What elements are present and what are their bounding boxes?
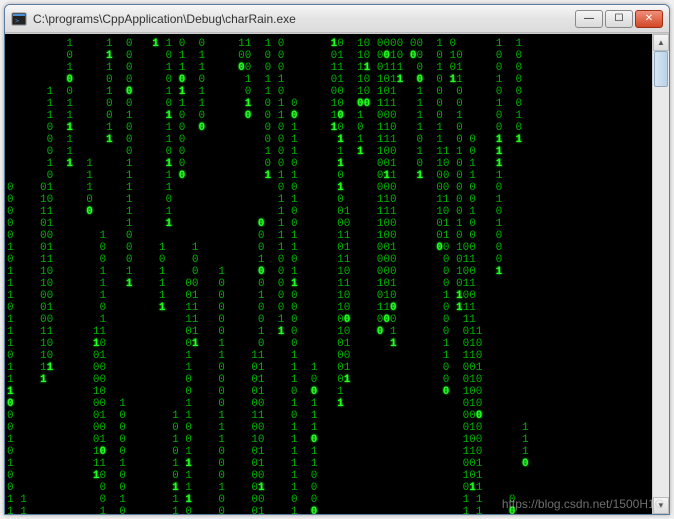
console-line: 0 1 0 0 0 1 0 1 1 1 100 1 11 1 0 1 — [7, 146, 650, 158]
console-line: 0 00 1 0 0 1 1 11 100 01 0 0 0 — [7, 230, 650, 242]
console-line: 0 10 0 0 1 0 00 1 0 101 — [7, 470, 650, 482]
console-line: 1 11 11 01 0 1 1 0 10 0 1 0 011 — [7, 326, 650, 338]
console-line: 1 01 0 0 1 1 0 1 1 01 001 00 100 0 — [7, 242, 650, 254]
console-output: 1 1 0 1 1 0 0 11 1 0 10 10 0000 00 1 0 1… — [5, 34, 652, 514]
console-line: 0 01 0 1 1 1 11 0 1 000 — [7, 410, 650, 422]
scroll-up-button[interactable]: ▲ — [653, 34, 669, 51]
console-line: 1 0 1 0 1 1 1 0 1 0 00 10 101 1 0 0 0 0 — [7, 86, 650, 98]
console-line: 1 10 1 1 1 00 0 0 0 1 11 101 0 011 — [7, 278, 650, 290]
app-window: >_ C:\programs\CppApplication\Debug\char… — [4, 4, 670, 515]
console-line: 1 10 10 01 1 0 0 01 1 1 010 — [7, 338, 650, 350]
console-line: 1 11 00 1 0 01 1 1 01 0 001 — [7, 362, 650, 374]
console-line: 0 0 0 1 1 1 01 1 0 011 — [7, 482, 650, 494]
window-controls: — ☐ ✕ — [575, 10, 663, 28]
console-line: 1 01 0 1 0 1 10 1 0 100 1 — [7, 434, 650, 446]
console-line: 1 1 00 0 0 01 1 0 01 0 010 — [7, 374, 650, 386]
console-line: 1 00 1 11 0 0 1 0 00 000 0 11 — [7, 314, 650, 326]
scroll-down-button[interactable]: ▼ — [653, 497, 669, 514]
console-line: 1 1 0 1 1 1 0 00 0 0 1 1 0 — [7, 494, 650, 506]
maximize-button[interactable]: ☐ — [605, 10, 633, 28]
console-line: 1 1 0 1 1 0 0 11 1 0 10 10 0000 00 1 0 1… — [7, 38, 650, 50]
console-line: 1 10 1 1 1 0 1 0 0 1 10 000 0 100 1 — [7, 266, 650, 278]
console-line: 1 11 1 1 1 0 01 1 1 001 0 — [7, 458, 650, 470]
console-line: 1 1 0 1 1 1 00 0 0 11 11 0111 0 1 01 0 0 — [7, 62, 650, 74]
console-line: 0 11 0 1 1 1 0 01 111 10 0 1 0 — [7, 206, 650, 218]
console-line: 1 1 1 0 1 0 0 01 1 0 1 1 0 — [7, 506, 650, 514]
console-line: 0 00 0 0 0 1 00 1 1 010 1 — [7, 422, 650, 434]
console-line: 0 1 1 1 0 1 1 1 0 011 1 00 0 1 1 — [7, 170, 650, 182]
console-line: 0 01 0 1 11 0 0 0 0 10 110 0 111 — [7, 302, 650, 314]
console-line: 1 00 1 1 01 0 1 0 0 10 010 1 100 — [7, 290, 650, 302]
console-line: 0 1 1 0 1 0 0 0 1 1 1 111 0 1 0 0 1 1 — [7, 134, 650, 146]
console-line: 0 11 0 0 0 0 1 0 0 11 000 0 011 0 — [7, 254, 650, 266]
scrollbar-thumb[interactable] — [654, 51, 668, 87]
vertical-scrollbar[interactable]: ▲ ▼ — [652, 34, 669, 514]
console-line: 0 01 1 1 0 1 0 00 100 01 1 0 1 — [7, 218, 650, 230]
svg-text:>_: >_ — [15, 17, 24, 25]
console-line: 0 10 0 1 0 1 1 0 110 11 0 0 1 — [7, 194, 650, 206]
console-line: 1 1 1 1 1 0 0 0 0 1 001 0 10 0 1 1 — [7, 158, 650, 170]
client-area: 1 1 0 1 1 0 0 11 1 0 10 10 0000 00 1 0 1… — [5, 33, 669, 514]
console-line: 0 10 0 0 1 0 01 1 1 110 1 — [7, 446, 650, 458]
close-button[interactable]: ✕ — [635, 10, 663, 28]
console-line: 0 0 0 0 0 0 1 1 1 01 10 1011 0 0 11 1 0 — [7, 74, 650, 86]
console-line: 0 10 01 1 1 11 1 00 1 110 — [7, 350, 650, 362]
console-line: 1 1 0 1 1 0 0 0 0 1 0 10 1 000 1 0 1 0 1 — [7, 110, 650, 122]
console-line: 0 00 1 1 0 00 1 1 1 010 — [7, 398, 650, 410]
console-line: 0 01 1 1 1 0 0 1 000 00 0 0 0 — [7, 182, 650, 194]
console-line: 1 1 0 0 0 1 1 1 0 1 0 10 00 111 1 0 0 1 … — [7, 98, 650, 110]
minimize-button[interactable]: — — [575, 10, 603, 28]
console-line: 0 1 1 0 1 0 0 0 0 1 10 0 110 1 1 0 0 0 — [7, 122, 650, 134]
console-line: 0 1 0 0 1 1 00 0 0 01 10 0010 00 0 10 0 … — [7, 50, 650, 62]
console-line: 1 10 0 0 01 0 0 1 0 100 — [7, 386, 650, 398]
window-title: C:\programs\CppApplication\Debug\charRai… — [33, 12, 575, 26]
console-app-icon: >_ — [11, 11, 27, 27]
titlebar[interactable]: >_ C:\programs\CppApplication\Debug\char… — [5, 5, 669, 33]
scrollbar-track[interactable] — [653, 51, 669, 497]
